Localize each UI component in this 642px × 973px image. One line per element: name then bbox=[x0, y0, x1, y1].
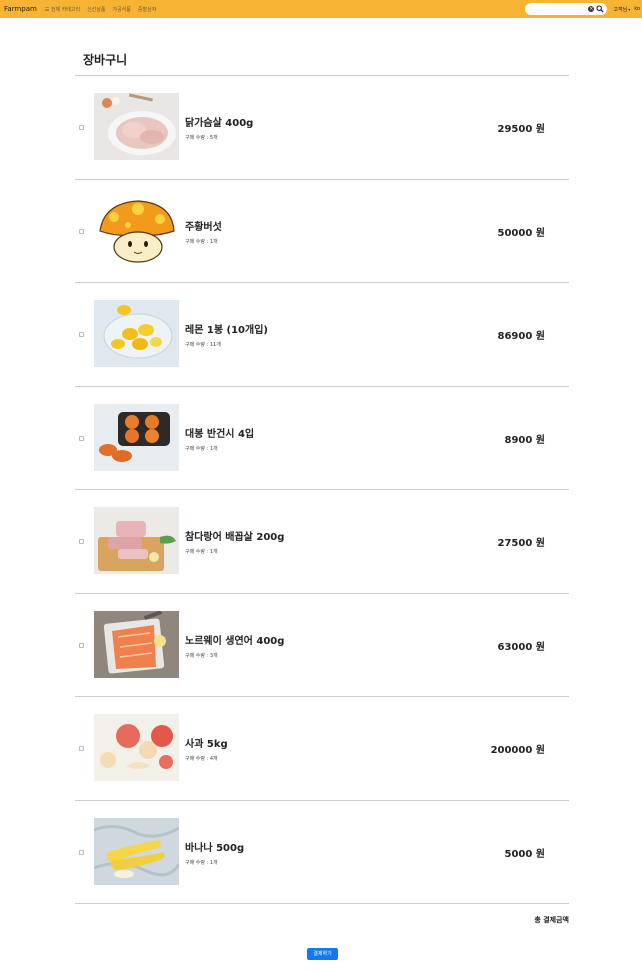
item-checkbox[interactable] bbox=[79, 746, 84, 751]
product-price: 200000 원 bbox=[490, 745, 545, 756]
nav-link-all-categories[interactable]: ☰ 전체 카테고리 bbox=[45, 6, 80, 13]
item-checkbox[interactable] bbox=[79, 332, 84, 337]
item-checkbox[interactable] bbox=[79, 643, 84, 648]
search-icon[interactable] bbox=[596, 5, 604, 13]
cart-item: 바나나 500g 구매 수량 : 1개 5000 원 bbox=[75, 801, 569, 904]
product-quantity: 구매 수량 : 1개 bbox=[185, 239, 218, 245]
user-menu-label: 고객님 bbox=[613, 6, 628, 13]
product-price: 27500 원 bbox=[497, 538, 545, 549]
product-image-lemons bbox=[94, 300, 179, 367]
search-box: × bbox=[525, 3, 608, 15]
product-quantity: 구매 수량 : 1개 bbox=[185, 860, 218, 866]
brand-logo[interactable]: Farmpam bbox=[4, 5, 37, 13]
product-price: 86900 원 bbox=[497, 331, 545, 342]
item-checkbox[interactable] bbox=[79, 125, 84, 130]
cart-item: 주황버섯 구매 수량 : 1개 50000 원 bbox=[75, 180, 569, 283]
product-name: 참다랑어 배꼽살 200g bbox=[185, 532, 285, 543]
product-price: 29500 원 bbox=[497, 124, 545, 135]
product-image-bananas bbox=[94, 818, 179, 885]
product-name: 노르웨이 생연어 400g bbox=[185, 636, 285, 647]
product-quantity: 구매 수량 : 5개 bbox=[185, 135, 218, 141]
nav-right: × 고객님▾ ko bbox=[525, 0, 642, 18]
item-checkbox[interactable] bbox=[79, 850, 84, 855]
product-image-persimmons bbox=[94, 404, 179, 471]
cart-item: 닭가슴살 400g 구매 수량 : 5개 29500 원 bbox=[75, 76, 569, 179]
chevron-down-icon: ▾ bbox=[628, 6, 631, 12]
product-quantity: 구매 수량 : 11개 bbox=[185, 342, 221, 348]
cart-item: 대봉 반건시 4입 구매 수량 : 1개 8900 원 bbox=[75, 387, 569, 490]
product-image-tuna bbox=[94, 507, 179, 574]
product-name: 사과 5kg bbox=[185, 739, 228, 750]
cart-item: 노르웨이 생연어 400g 구매 수량 : 3개 63000 원 bbox=[75, 594, 569, 697]
product-quantity: 구매 수량 : 1개 bbox=[185, 549, 218, 555]
item-checkbox[interactable] bbox=[79, 436, 84, 441]
product-name: 대봉 반건시 4입 bbox=[185, 429, 255, 440]
nav-links: ☰ 전체 카테고리 신선상품 가공식품 중말상자 bbox=[45, 6, 156, 13]
language-toggle[interactable]: ko bbox=[634, 6, 640, 12]
product-price: 50000 원 bbox=[497, 228, 545, 239]
item-checkbox[interactable] bbox=[79, 229, 84, 234]
clear-icon[interactable]: × bbox=[588, 6, 595, 12]
nav-link-box[interactable]: 중말상자 bbox=[138, 6, 156, 13]
product-image-mushroom bbox=[94, 197, 179, 264]
search-input[interactable] bbox=[529, 4, 586, 14]
product-name: 레몬 1봉 (10개입) bbox=[185, 325, 268, 336]
product-price: 8900 원 bbox=[504, 435, 545, 446]
product-price: 63000 원 bbox=[497, 642, 545, 653]
item-checkbox[interactable] bbox=[79, 539, 84, 544]
product-quantity: 구매 수량 : 1개 bbox=[185, 446, 218, 452]
nav-link-fresh[interactable]: 신선상품 bbox=[87, 6, 105, 13]
product-name: 바나나 500g bbox=[185, 843, 245, 854]
cart-item: 참다랑어 배꼽살 200g 구매 수량 : 1개 27500 원 bbox=[75, 490, 569, 593]
product-quantity: 구매 수량 : 3개 bbox=[185, 653, 218, 659]
product-price: 5000 원 bbox=[504, 849, 545, 860]
nav-link-processed[interactable]: 가공식품 bbox=[112, 6, 130, 13]
total-amount-label: 총 결제금액 bbox=[534, 916, 569, 924]
cart-item: 사과 5kg 구매 수량 : 4개 200000 원 bbox=[75, 697, 569, 800]
navbar: Farmpam ☰ 전체 카테고리 신선상품 가공식품 중말상자 × 고객님▾ … bbox=[0, 0, 642, 18]
divider bbox=[75, 903, 569, 904]
product-name: 닭가슴살 400g bbox=[185, 118, 254, 129]
cart-item: 레몬 1봉 (10개입) 구매 수량 : 11개 86900 원 bbox=[75, 283, 569, 386]
checkout-button[interactable]: 결제하기 bbox=[307, 948, 338, 960]
product-image-salmon bbox=[94, 611, 179, 678]
product-quantity: 구매 수량 : 4개 bbox=[185, 756, 218, 762]
product-image-chicken bbox=[94, 93, 179, 160]
product-name: 주황버섯 bbox=[185, 222, 222, 233]
user-menu[interactable]: 고객님▾ bbox=[613, 6, 630, 13]
product-image-apples bbox=[94, 714, 179, 781]
page-title: 장바구니 bbox=[83, 53, 128, 67]
